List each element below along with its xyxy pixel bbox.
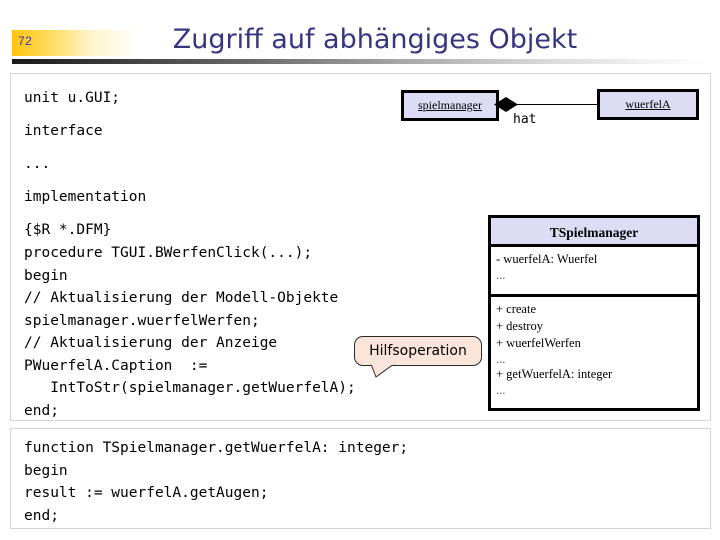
uml-object-wuerfela-label: wuerfelA [625, 97, 671, 111]
code-block-function: function TSpielmanager.getWuerfelA: inte… [24, 440, 409, 524]
callout-hilfsoperation: Hilfsoperation [354, 336, 482, 366]
uml-operation-row: ... [496, 352, 506, 366]
uml-class-operations: + create + destroy + wuerfelWerfen ... +… [491, 297, 697, 397]
uml-object-wuerfela: wuerfelA [597, 89, 699, 120]
uml-operation-row: + wuerfelWerfen [496, 336, 581, 350]
page-title: Zugriff auf abhängiges Objekt [172, 24, 578, 55]
code-block-unit-header: unit u.GUI; interface ... implementation… [24, 90, 147, 238]
uml-attribute-row: ... [496, 268, 506, 282]
uml-object-spielmanager: spielmanager [401, 90, 499, 121]
uml-class-tspielmanager: TSpielmanager - wuerfelA: Wuerfel ... + … [488, 215, 700, 411]
page-number: 72 [18, 34, 33, 48]
uml-operation-row: + destroy [496, 319, 543, 333]
header-divider [12, 59, 712, 64]
code-block-procedure: procedure TGUI.BWerfenClick(...); begin … [24, 245, 356, 419]
slide-header: 72 Zugriff auf abhängiges Objekt [0, 0, 720, 68]
uml-operation-row: + getWuerfelA: integer [496, 367, 613, 381]
uml-operation-row: + create [496, 302, 537, 316]
uml-attribute-row: - wuerfelA: Wuerfel [496, 252, 598, 266]
callout-tail-icon [370, 364, 395, 378]
uml-class-name: TSpielmanager [491, 218, 697, 247]
uml-object-spielmanager-label: spielmanager [418, 98, 482, 112]
uml-operation-row: ... [496, 383, 506, 397]
uml-class-attributes: - wuerfelA: Wuerfel ... [491, 247, 697, 297]
association-line [516, 104, 598, 105]
association-label: hat [513, 112, 537, 127]
